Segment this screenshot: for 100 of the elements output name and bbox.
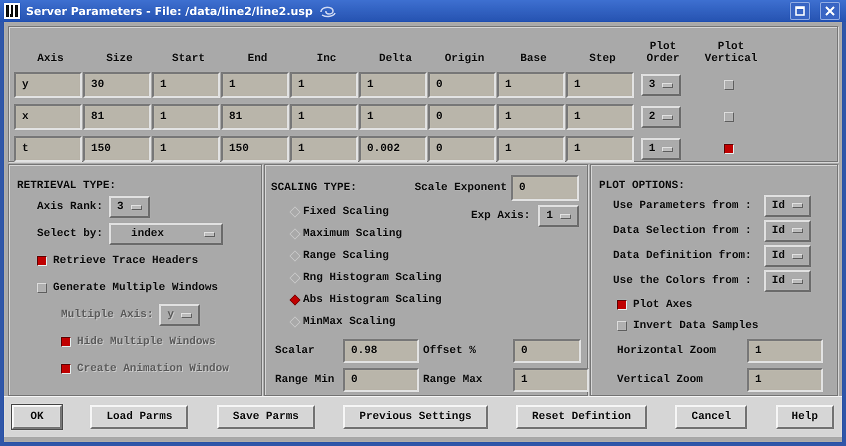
- input-field[interactable]: 1: [513, 368, 589, 392]
- table-cell-field[interactable]: t: [14, 136, 82, 162]
- table-cell-field[interactable]: 1: [566, 136, 634, 162]
- table-cell-field[interactable]: 30: [83, 72, 151, 98]
- table-cell-field[interactable]: 1: [152, 104, 220, 130]
- dropdown-label: Data Selection from :: [613, 224, 752, 237]
- plot-order-dropdown[interactable]: 3: [640, 74, 682, 96]
- dropdown-label: Select by:: [37, 228, 104, 240]
- dialog-button[interactable]: Load Parms: [90, 405, 188, 429]
- menu-indicator-icon: [560, 214, 571, 218]
- table-cell-field[interactable]: 1: [359, 104, 427, 130]
- dropdown-label: Axis Rank:: [37, 201, 104, 213]
- table-cell-field[interactable]: 0: [428, 72, 496, 98]
- swirl-icon: [318, 4, 337, 18]
- dropdown-label: Use the Colors from :: [613, 275, 752, 288]
- input-field[interactable]: 0.98: [343, 339, 419, 363]
- menu-indicator-icon: [130, 204, 142, 210]
- maximize-button[interactable]: [790, 2, 810, 20]
- menu-indicator-icon: [662, 114, 674, 120]
- field-label: Scale Exponent: [414, 182, 507, 194]
- close-button[interactable]: [820, 2, 840, 20]
- checkbox-label: Retrieve Trace Headers: [53, 255, 198, 267]
- field-label: Range Min: [275, 374, 336, 386]
- table-cell-field[interactable]: x: [14, 104, 82, 130]
- zoom-field[interactable]: 1: [747, 368, 823, 392]
- column-header: End: [246, 53, 268, 67]
- dropdown[interactable]: 3: [109, 196, 150, 218]
- dialog-button[interactable]: OK: [12, 405, 62, 429]
- column-header: Origin: [444, 53, 486, 67]
- table-cell-field[interactable]: 1: [152, 72, 220, 98]
- dropdown[interactable]: index: [109, 223, 224, 245]
- dialog-button[interactable]: Cancel: [675, 405, 748, 429]
- dialog-button[interactable]: Reset Defintion: [516, 405, 648, 429]
- radio-label: Rng Histogram Scaling: [303, 272, 442, 284]
- table-cell-field[interactable]: 1: [221, 72, 289, 98]
- table-cell-field[interactable]: 81: [83, 104, 151, 130]
- table-cell-field[interactable]: y: [14, 72, 82, 98]
- column-header: Delta: [378, 53, 413, 67]
- table-cell-field[interactable]: 1: [497, 136, 565, 162]
- menu-indicator-icon: [792, 254, 803, 259]
- dropdown[interactable]: Id: [764, 194, 811, 217]
- checkbox-label: Create Animation Window: [77, 363, 229, 375]
- table-cell-field[interactable]: 1: [566, 104, 634, 130]
- checkbox-label: Plot Axes: [633, 298, 692, 311]
- radio-label: MinMax Scaling: [303, 316, 396, 328]
- table-cell-field[interactable]: 1: [497, 72, 565, 98]
- menu-indicator-icon: [662, 146, 674, 152]
- zoom-field[interactable]: 1: [747, 339, 823, 364]
- dialog-button[interactable]: Previous Settings: [343, 405, 488, 429]
- checkbox[interactable]: [724, 144, 734, 154]
- table-cell-field[interactable]: 1: [152, 136, 220, 162]
- table-cell-field[interactable]: 81: [221, 104, 289, 130]
- table-cell-field[interactable]: 150: [221, 136, 289, 162]
- window-title: Server Parameters - File: /data/line2/line2.usp: [26, 4, 313, 18]
- menu-indicator-icon: [792, 278, 803, 284]
- dropdown[interactable]: Id: [764, 245, 811, 268]
- input-field[interactable]: 0: [513, 339, 581, 363]
- column-header: Step: [588, 53, 617, 67]
- column-header: Plot Order: [645, 41, 680, 67]
- plot-order-dropdown[interactable]: 2: [640, 106, 682, 128]
- menu-indicator-icon: [662, 82, 674, 88]
- table-cell-field[interactable]: 150: [83, 136, 151, 162]
- table-cell-field[interactable]: 1: [497, 104, 565, 130]
- dropdown-label: Exp Axis:: [470, 210, 530, 222]
- plot-order-dropdown[interactable]: 1: [640, 138, 682, 160]
- field-label: Range Max: [423, 374, 484, 386]
- input-field[interactable]: 0: [343, 368, 419, 392]
- maximize-icon: [795, 6, 805, 16]
- checkbox[interactable]: [617, 300, 627, 310]
- table-cell-field[interactable]: 1: [566, 72, 634, 98]
- dropdown-label: Multiple Axis:: [61, 309, 154, 321]
- radio-label: Range Scaling: [303, 250, 389, 262]
- table-cell-field[interactable]: 1: [290, 136, 358, 162]
- table-cell-field[interactable]: 1: [290, 72, 358, 98]
- column-header: Base: [519, 53, 548, 67]
- dropdown[interactable]: Id: [764, 270, 811, 292]
- dropdown[interactable]: 1: [538, 205, 579, 227]
- field-label: Horizontal Zoom: [617, 345, 716, 358]
- column-header: Inc: [316, 53, 338, 67]
- dialog-button[interactable]: Save Parms: [216, 405, 315, 429]
- menu-indicator-icon: [792, 228, 803, 234]
- section-title: SCALING TYPE:: [271, 181, 357, 195]
- radio-label: Maximum Scaling: [303, 228, 402, 240]
- scale-exponent-field[interactable]: 0: [511, 175, 579, 201]
- checkbox-label: Hide Multiple Windows: [77, 336, 216, 348]
- dropdown[interactable]: Id: [764, 220, 811, 242]
- dropdown-label: Use Parameters from :: [613, 200, 752, 212]
- table-cell-field[interactable]: 1: [290, 104, 358, 130]
- radio-button[interactable]: [289, 294, 301, 306]
- dropdown-label: Data Definition from:: [613, 250, 752, 262]
- table-cell-field[interactable]: 0.002: [359, 136, 427, 162]
- checkbox-label: Invert Data Samples: [633, 320, 758, 332]
- checkbox[interactable]: [37, 256, 47, 266]
- table-cell-field[interactable]: 0: [428, 136, 496, 162]
- column-header: Axis: [36, 53, 65, 67]
- dialog-button[interactable]: Help: [776, 405, 834, 429]
- menu-indicator-icon: [181, 312, 192, 318]
- table-cell-field[interactable]: 1: [359, 72, 427, 98]
- table-cell-field[interactable]: 0: [428, 104, 496, 130]
- close-icon: [825, 6, 835, 16]
